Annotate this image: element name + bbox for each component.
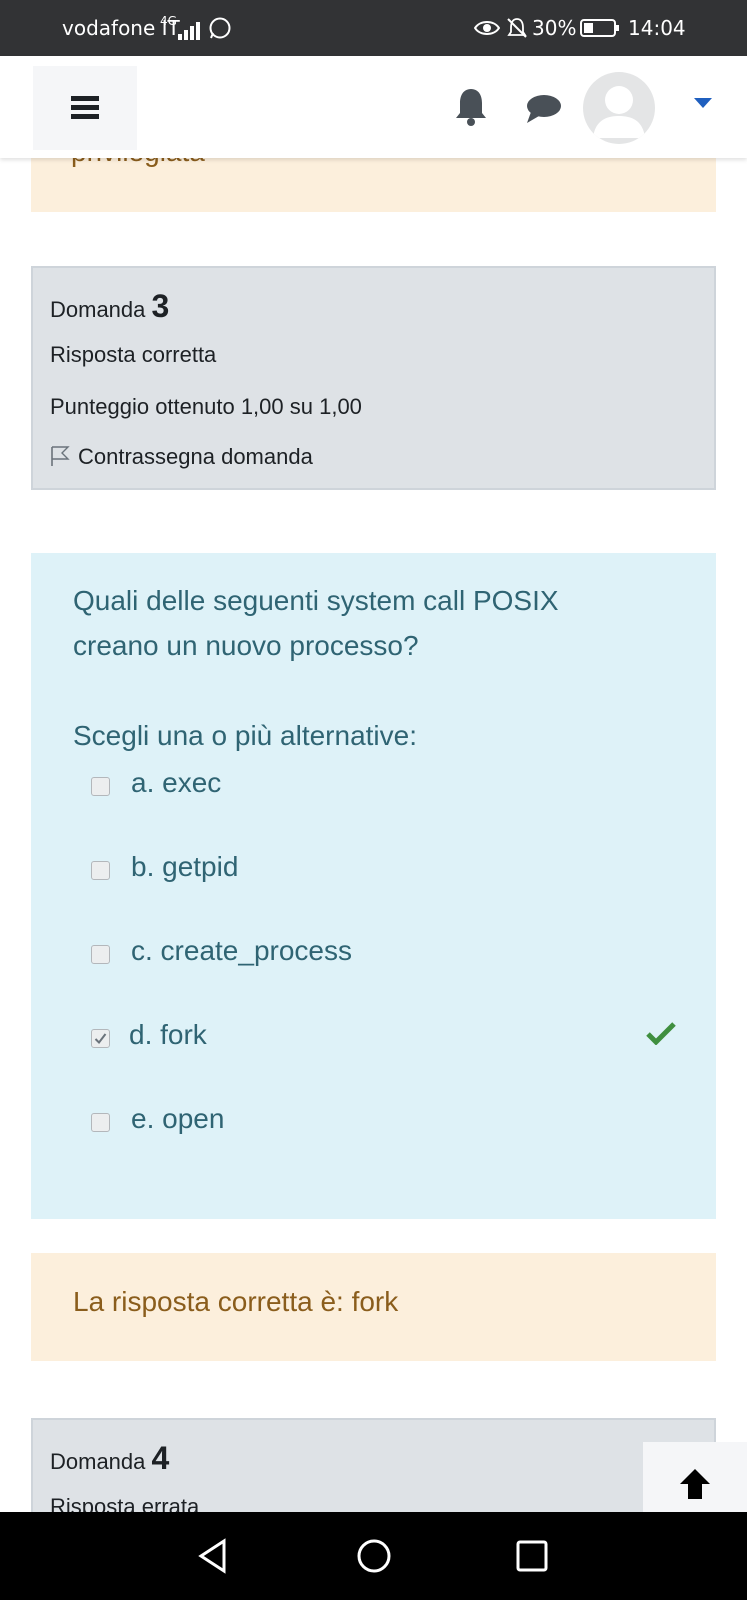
eye-icon	[474, 21, 500, 35]
page-content: privilegiata Domanda 3 Risposta corretta…	[0, 0, 747, 1512]
question-text-line-1: Quali delle seguenti system call POSIX	[73, 585, 559, 616]
status-bar: vodafone IT 4G 30% 14:04	[0, 0, 747, 56]
flag-question-label: Contrassegna domanda	[78, 444, 313, 469]
signal-icon	[178, 22, 200, 40]
right-answer-box: La risposta corretta è: fork	[31, 1253, 716, 1361]
question-number: 4	[151, 1440, 170, 1476]
answer-option-a[interactable]: a. exec	[91, 767, 691, 811]
battery-percent: 30%	[532, 16, 577, 40]
hamburger-icon	[71, 96, 99, 101]
arrow-up-icon	[680, 1469, 710, 1499]
recents-icon[interactable]	[514, 1538, 550, 1574]
question-text-box: Quali delle seguenti system call POSIX c…	[31, 553, 716, 1219]
question-label: Domanda	[50, 297, 146, 322]
chat-icon[interactable]	[525, 93, 563, 125]
right-answer-text: La risposta corretta è: fork	[73, 1286, 399, 1317]
flag-icon	[51, 446, 70, 466]
caret-down-icon[interactable]	[693, 97, 713, 109]
answer-option-label: d. fork	[129, 1019, 207, 1050]
answer-checkbox-checked[interactable]	[91, 1029, 110, 1048]
question-grade: Punteggio ottenuto 1,00 su 1,00	[50, 394, 362, 419]
back-icon[interactable]	[196, 1538, 232, 1574]
question-state: Risposta errata	[50, 1494, 200, 1512]
question-4-info: Domanda 4 Risposta errata	[31, 1418, 716, 1512]
answer-checkbox[interactable]	[91, 861, 110, 880]
answer-checkbox[interactable]	[91, 945, 110, 964]
answer-option-c[interactable]: c. create_process	[91, 935, 691, 979]
answer-option-e[interactable]: e. open	[91, 1103, 691, 1147]
system-nav-bar	[0, 1512, 747, 1600]
answer-checkbox[interactable]	[91, 777, 110, 796]
top-navbar	[0, 56, 747, 158]
question-3-info: Domanda 3 Risposta corretta Punteggio ot…	[31, 266, 716, 490]
question-label: Domanda	[50, 1449, 146, 1474]
question-heading: Domanda 3	[50, 288, 169, 325]
answer-option-d[interactable]: d. fork	[91, 1019, 691, 1063]
battery-icon	[580, 19, 619, 37]
answer-option-b[interactable]: b. getpid	[91, 851, 691, 895]
menu-button[interactable]	[33, 66, 137, 150]
bell-icon[interactable]	[453, 86, 489, 126]
flag-question-link[interactable]: Contrassegna domanda	[50, 444, 313, 470]
question-number: 3	[151, 288, 170, 324]
answer-option-label: e. open	[131, 1103, 225, 1134]
question-text-line-2: creano un nuovo processo?	[73, 630, 419, 661]
whatsapp-icon	[209, 17, 231, 39]
answer-checkbox[interactable]	[91, 1113, 110, 1132]
answer-prompt: Scegli una o più alternative:	[73, 720, 417, 751]
question-state: Risposta corretta	[50, 342, 217, 367]
answer-option-label: c. create_process	[131, 935, 352, 966]
user-avatar-icon[interactable]	[583, 72, 655, 144]
answer-option-label: a. exec	[131, 767, 222, 798]
answer-option-label: b. getpid	[131, 851, 239, 882]
question-heading: Domanda 4	[50, 1440, 169, 1477]
home-icon[interactable]	[356, 1538, 392, 1574]
checkmark-icon	[646, 1022, 676, 1045]
mute-bell-icon	[507, 18, 527, 38]
clock: 14:04	[628, 16, 686, 40]
network-type: 4G	[160, 14, 177, 28]
